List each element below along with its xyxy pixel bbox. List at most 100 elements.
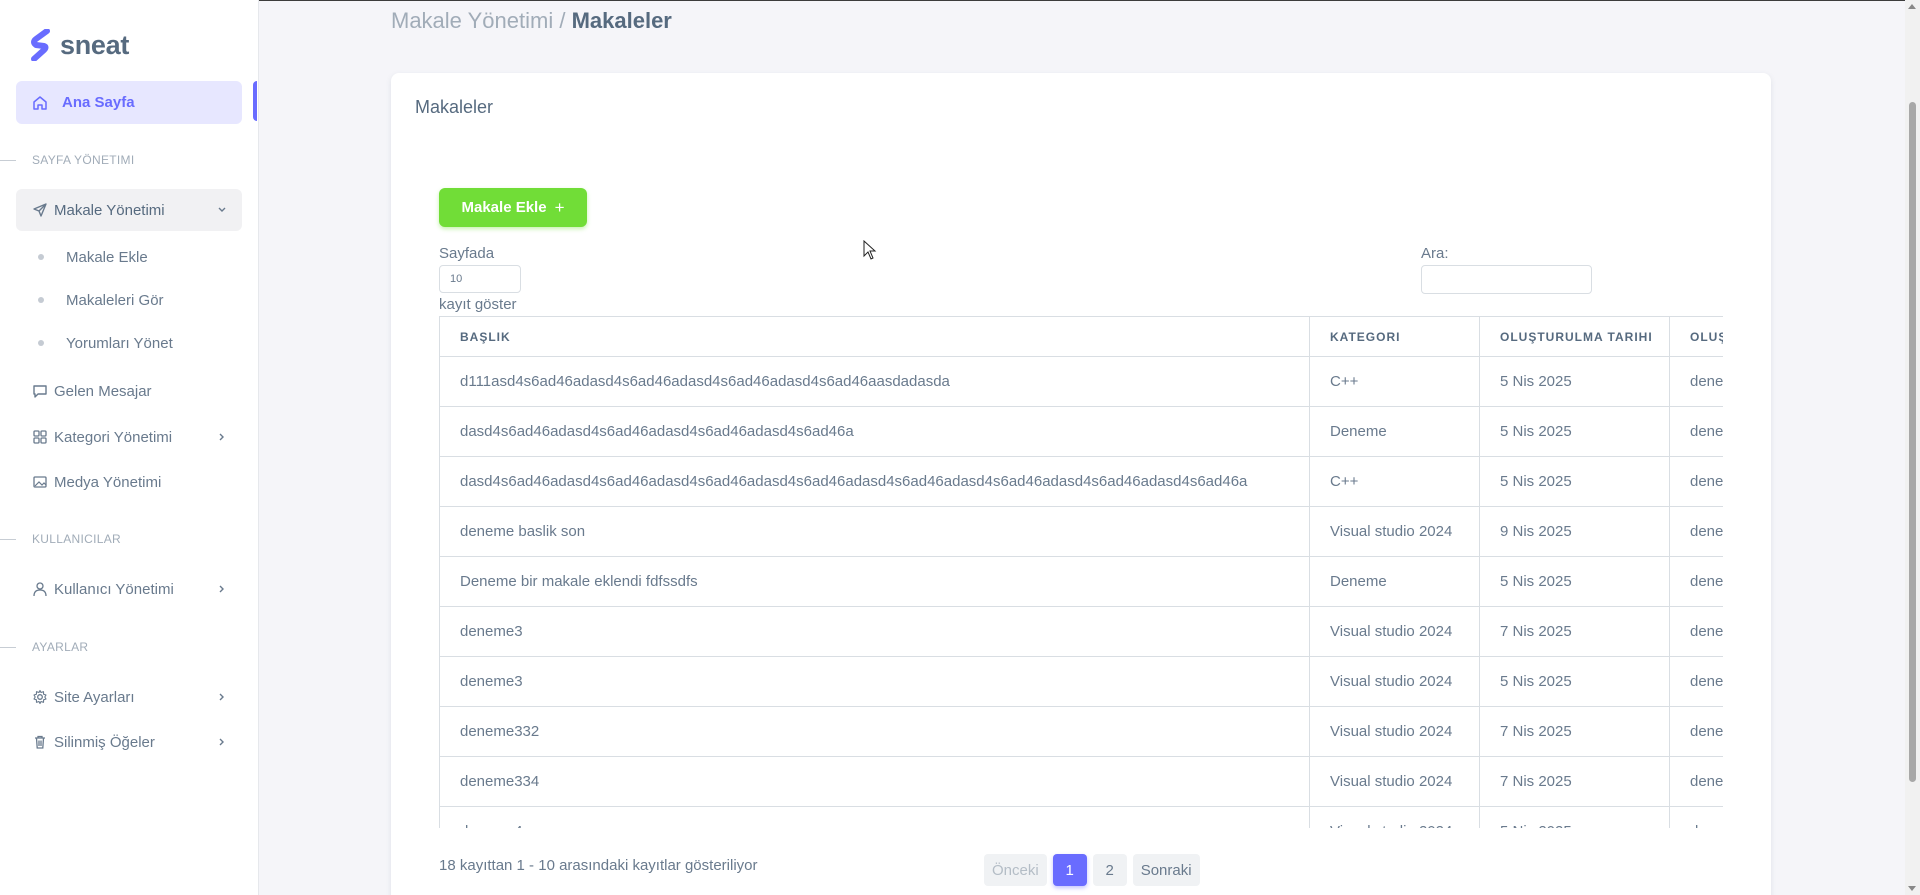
table-row[interactable]: deneme332 Visual studio 2024 7 Nis 2025 den… [439,706,1723,757]
cell-category: C++ [1309,456,1480,507]
active-indicator [253,81,257,121]
home-icon [32,95,48,111]
cell-created: 5 Nis 2025 [1479,356,1670,407]
pagination: Önceki 1 2 Sonraki [984,854,1200,886]
pagination-prev[interactable]: Önceki [984,854,1047,886]
trash-icon [32,734,48,750]
plus-icon: + [554,197,565,217]
sidebar-item-label: Kullanıcı Yönetimi [54,580,174,598]
send-icon [32,202,48,218]
breadcrumb-parent[interactable]: Makale Yönetimi / [391,8,565,33]
chevron-right-icon [216,736,228,748]
column-header-category[interactable]: KATEGORI [1309,316,1480,357]
bullet-icon [38,254,44,260]
column-header-author[interactable]: OLUŞ [1669,316,1723,357]
window-top-border [0,0,1920,1]
cell-category: C++ [1309,356,1480,407]
bullet-icon [38,340,44,346]
sidebar-subitem-comments[interactable]: Yorumları Yönet [38,331,173,355]
sidebar-item-label: Site Ayarları [54,688,135,706]
cell-title: d111asd4s6ad46adasd4s6ad46adasd4s6ad46ad… [439,356,1310,407]
chevron-right-icon [216,691,228,703]
page-title: Makaleler [571,8,672,33]
table-row[interactable]: deneme334 Visual studio 2024 7 Nis 2025 den… [439,756,1723,807]
cell-author: dene [1669,456,1723,507]
section-header-pages: SAYFA YÖNETIMI [0,152,134,168]
sidebar-item-articles[interactable]: Makale Yönetimi [16,189,242,231]
sidebar: sneat Ana Sayfa SAYFA YÖNETIMI Makale Yö… [0,0,259,895]
scroll-up-arrow-icon[interactable] [1908,4,1916,9]
sidebar-item-categories[interactable]: Kategori Yönetimi [16,416,242,458]
cell-author: dene [1669,706,1723,757]
table-row[interactable]: deneme4Visual studio 20245 Nis 2025dene [439,806,1723,828]
bullet-icon [38,297,44,303]
table-info: 18 kayıttan 1 - 10 arasındaki kayıtlar g… [439,857,758,874]
sidebar-item-label: Kategori Yönetimi [54,428,173,446]
cell-title: deneme baslik son [439,506,1310,557]
sidebar-item-media[interactable]: Medya Yönetimi [16,461,242,503]
sidebar-item-messages[interactable]: Gelen Mesajar [16,370,242,412]
cell-category: Visual studio 2024 [1309,756,1480,807]
sidebar-item-home[interactable]: Ana Sayfa [16,81,242,124]
table-row[interactable]: deneme3 Visual studio 2024 5 Nis 2025 dene [439,656,1723,707]
message-icon [32,383,48,399]
section-header-settings: AYARLAR [0,639,88,655]
cell-created: 9 Nis 2025 [1479,506,1670,557]
gear-icon [32,689,48,705]
brand[interactable]: sneat [30,28,129,62]
cell-author: dene [1669,606,1723,657]
cell-created: 5 Nis 2025 [1479,806,1670,828]
column-header-created[interactable]: OLUŞTURULMA TARIHI [1479,316,1670,357]
page-length-label: Sayfada [439,245,495,262]
cell-created: 5 Nis 2025 [1479,556,1670,607]
cell-created: 7 Nis 2025 [1479,756,1670,807]
sneat-logo-icon [30,28,52,62]
column-header-title[interactable]: BAŞLIK [439,316,1310,357]
cell-author: dene [1669,356,1723,407]
page-scrollbar[interactable] [1905,0,1920,895]
mouse-cursor-icon [863,239,877,265]
breadcrumb: Makale Yönetimi / Makaleler [391,8,672,34]
cell-category: Visual studio 2024 [1309,706,1480,757]
scroll-down-arrow-icon[interactable] [1908,886,1916,891]
sidebar-item-deleted[interactable]: Silinmiş Öğeler [16,721,242,763]
cell-category: Visual studio 2024 [1309,506,1480,557]
sidebar-item-user-management[interactable]: Kullanıcı Yönetimi [16,568,242,610]
grid-icon [32,429,48,445]
cell-author: dene [1669,556,1723,607]
cell-title: deneme4 [439,806,1310,828]
sidebar-item-label: Medya Yönetimi [54,473,162,491]
table-row[interactable]: deneme3 Visual studio 2024 7 Nis 2025 dene [439,606,1723,657]
table-row[interactable]: Deneme bir makale eklendi fdfssdfs Deneme… [439,556,1723,607]
sidebar-item-site-settings[interactable]: Site Ayarları [16,676,242,718]
table-row[interactable]: dasd4s6ad46adasd4s6ad46adasd4s6ad46adasd… [439,456,1723,507]
sidebar-item-label: Silinmiş Öğeler [54,733,155,751]
cell-category: Deneme [1309,406,1480,457]
table-row[interactable]: d111asd4s6ad46adasd4s6ad46adasd4s6ad46ad… [439,356,1723,407]
search-input[interactable] [1421,265,1592,294]
pagination-next[interactable]: Sonraki [1132,854,1200,886]
add-article-button[interactable]: Makale Ekle + [439,188,587,227]
sidebar-subitem-view-articles[interactable]: Makaleleri Gör [38,288,164,312]
section-header-users: KULLANICILAR [0,531,121,547]
page-length-select[interactable]: 10 [439,265,521,293]
articles-table-wrapper[interactable]: BAŞLIK KATEGORI OLUŞTURULMA TARIHI OLUŞ … [439,316,1723,828]
sidebar-subitem-add-article[interactable]: Makale Ekle [38,245,148,269]
table-row[interactable]: deneme baslik son Visual studio 2024 9 Nis… [439,506,1723,557]
table-row[interactable]: dasd4s6ad46adasd4s6ad46adasd4s6ad46adasd… [439,406,1723,457]
user-icon [32,581,48,597]
image-icon [32,474,48,490]
pagination-page-1[interactable]: 1 [1052,854,1087,886]
card-title: Makaleler [415,97,494,117]
cell-category: Visual studio 2024 [1309,606,1480,657]
sidebar-item-label: Ana Sayfa [62,94,135,111]
search-label: Ara: [1421,245,1449,262]
cell-author: dene [1669,506,1723,557]
pagination-page-2[interactable]: 2 [1092,854,1127,886]
sidebar-item-label: Makale Yönetimi [54,201,165,219]
cell-title: dasd4s6ad46adasd4s6ad46adasd4s6ad46adasd… [439,456,1310,507]
scroll-thumb[interactable] [1909,102,1916,782]
chevron-right-icon [216,583,228,595]
cell-title: deneme3 [439,606,1310,657]
brand-name: sneat [60,29,130,60]
